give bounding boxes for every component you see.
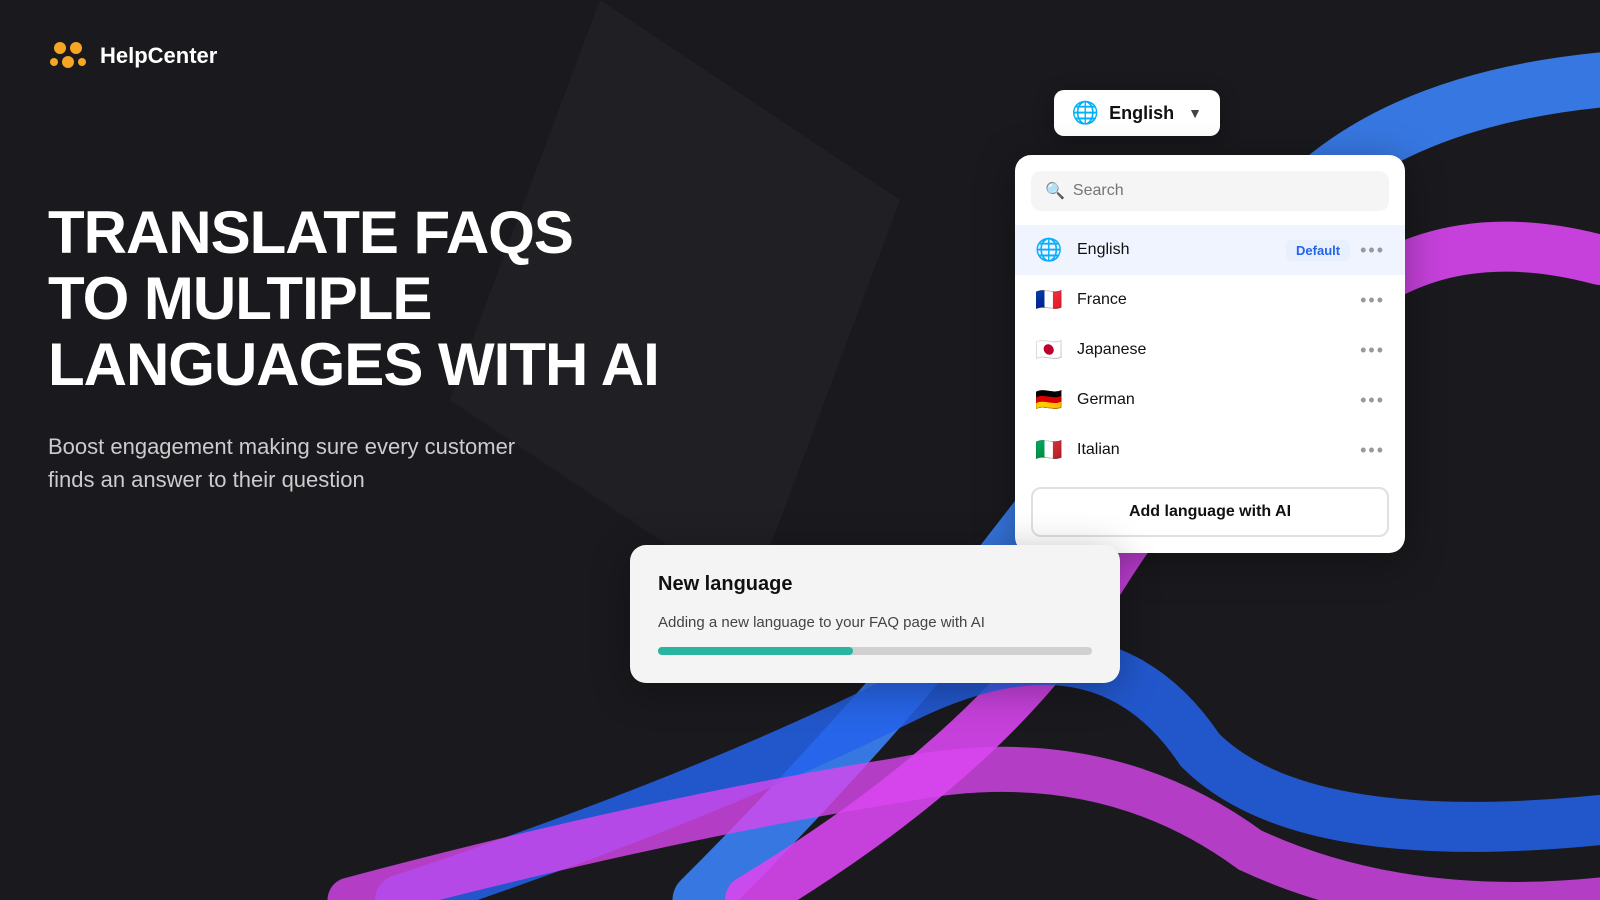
logo-icon: [48, 36, 88, 76]
main-heading: Translate FAQs to multiple languages wit…: [48, 200, 668, 398]
globe-icon: 🌐: [1072, 100, 1099, 126]
list-item[interactable]: 🇩🇪 German •••: [1015, 375, 1405, 425]
lang-name: Japanese: [1077, 341, 1360, 359]
lang-name: German: [1077, 391, 1360, 409]
search-input[interactable]: [1073, 182, 1375, 200]
progress-card: New language Adding a new language to yo…: [630, 545, 1120, 683]
search-icon: 🔍: [1045, 181, 1065, 201]
chevron-down-icon: ▼: [1188, 105, 1202, 121]
logo-text: HelpCenter: [100, 43, 217, 69]
flag-icon: 🇮🇹: [1035, 437, 1063, 463]
add-language-button[interactable]: Add language with AI: [1031, 487, 1389, 537]
lang-selector-button[interactable]: 🌐 English ▼: [1054, 90, 1220, 136]
more-options-icon[interactable]: •••: [1360, 291, 1385, 309]
more-options-icon[interactable]: •••: [1360, 241, 1385, 259]
flag-icon: 🇫🇷: [1035, 287, 1063, 313]
default-badge: Default: [1286, 240, 1350, 261]
list-item[interactable]: 🇫🇷 France •••: [1015, 275, 1405, 325]
language-list: 🌐 English Default ••• 🇫🇷 France ••• 🇯🇵 J…: [1015, 225, 1405, 475]
language-dropdown: 🔍 🌐 English Default ••• 🇫🇷 France ••• 🇯🇵…: [1015, 155, 1405, 553]
lang-name: France: [1077, 291, 1360, 309]
search-box[interactable]: 🔍: [1031, 171, 1389, 211]
progress-bar-fill: [658, 647, 853, 655]
lang-selector-label: English: [1109, 103, 1174, 124]
more-options-icon[interactable]: •••: [1360, 441, 1385, 459]
flag-icon: 🇯🇵: [1035, 337, 1063, 363]
more-options-icon[interactable]: •••: [1360, 341, 1385, 359]
card-title: New language: [658, 573, 1092, 596]
logo-area: HelpCenter: [48, 36, 217, 76]
sub-text: Boost engagement making sure every custo…: [48, 430, 548, 496]
list-item[interactable]: 🇮🇹 Italian •••: [1015, 425, 1405, 475]
list-item[interactable]: 🇯🇵 Japanese •••: [1015, 325, 1405, 375]
lang-name: English: [1077, 241, 1286, 259]
more-options-icon[interactable]: •••: [1360, 391, 1385, 409]
flag-icon: 🌐: [1035, 237, 1063, 263]
list-item[interactable]: 🌐 English Default •••: [1015, 225, 1405, 275]
progress-bar-background: [658, 647, 1092, 655]
flag-icon: 🇩🇪: [1035, 387, 1063, 413]
card-description: Adding a new language to your FAQ page w…: [658, 614, 1092, 631]
lang-name: Italian: [1077, 441, 1360, 459]
left-content: Translate FAQs to multiple languages wit…: [48, 200, 668, 496]
